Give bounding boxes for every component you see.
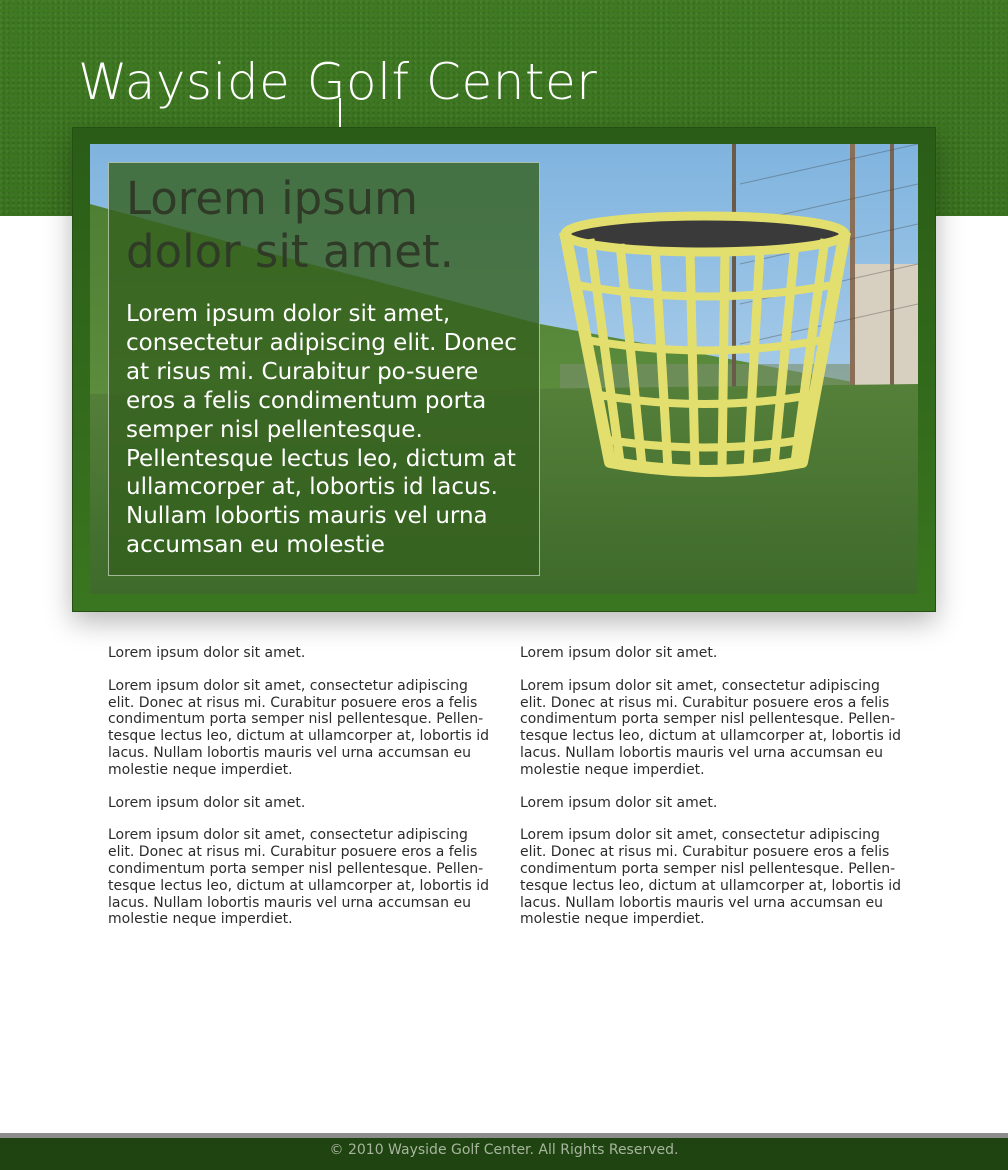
right-subheading-2: Lorem ipsum dolor sit amet. (520, 794, 718, 811)
left-paragraph-1: Lorem ipsum dolor sit amet, consectetur … (108, 677, 490, 778)
footer-copyright: © 2010 Wayside Golf Center. All Rights R… (329, 1142, 679, 1158)
content-column-left: Lorem ipsum dolor sit amet. Lorem ipsum … (108, 645, 490, 944)
content-column-right: Lorem ipsum dolor sit amet. Lorem ipsum … (520, 645, 902, 944)
left-subheading-2: Lorem ipsum dolor sit amet. (108, 794, 306, 811)
site-logo[interactable]: Wayside Golf Center (78, 48, 597, 116)
right-paragraph-1: Lorem ipsum dolor sit amet, consectetur … (520, 677, 902, 778)
left-paragraph-2: Lorem ipsum dolor sit amet, consectetur … (108, 827, 490, 928)
hero-heading: Lorem ipsum dolor sit amet. (126, 172, 454, 278)
right-paragraph-2: Lorem ipsum dolor sit amet, consectetur … (520, 827, 902, 928)
hero-body-text: Lorem ipsum dolor sit amet, consectetur … (126, 301, 517, 559)
left-subheading-1: Lorem ipsum dolor sit amet. (108, 645, 306, 661)
right-subheading-1: Lorem ipsum dolor sit amet. (520, 645, 718, 661)
